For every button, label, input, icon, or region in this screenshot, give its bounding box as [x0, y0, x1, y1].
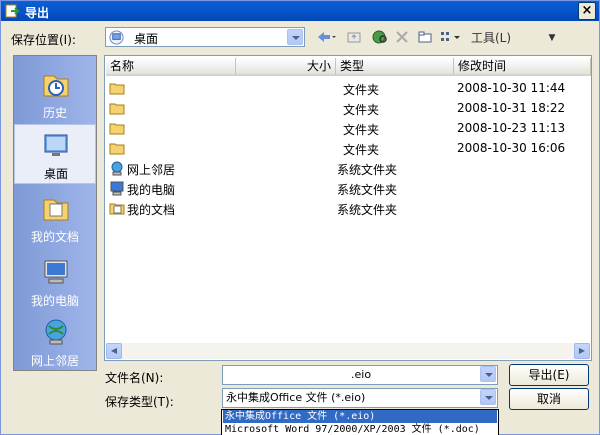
filename-input[interactable]: .eio — [222, 365, 498, 385]
filetype-label: 保存类型(T): — [105, 395, 174, 409]
file-modified: 2008-10-23 11:13 — [457, 121, 566, 135]
save-location-label: 保存位置(I): — [11, 33, 76, 47]
filename-label: 文件名(N): — [105, 371, 164, 385]
filetype-dropdown-list[interactable]: 永中集成Office 文件 (*.eio) Microsoft Word 97/… — [221, 409, 499, 435]
new-folder-button[interactable] — [417, 29, 433, 47]
scroll-right-button[interactable]: ▶ — [574, 343, 590, 359]
tools-label: 工具(L) — [471, 31, 512, 45]
folder-icon — [109, 83, 125, 95]
file-row[interactable]: 文件夹 2008-10-30 11:44 — [107, 78, 591, 98]
file-type: 系统文件夹 — [337, 203, 398, 217]
file-row[interactable]: 文件夹 2008-10-30 16:06 — [107, 138, 591, 158]
place-label: 桌面 — [43, 167, 68, 181]
chevron-left-icon: ◀ — [110, 346, 118, 355]
save-location-value: 桌面 — [134, 32, 159, 46]
up-folder-icon — [347, 32, 361, 43]
place-my-computer[interactable]: 我的电脑 — [14, 252, 96, 312]
export-button[interactable]: 导出(E) — [509, 364, 589, 386]
my-computer-icon — [110, 181, 124, 196]
filetype-select[interactable]: 永中集成Office 文件 (*.eio) — [222, 388, 498, 408]
file-row[interactable]: 文件夹 2008-10-23 11:13 — [107, 118, 591, 138]
filetype-option[interactable]: 永中集成Office 文件 (*.eio) — [223, 410, 497, 423]
tools-menu[interactable]: 工具(L) — [471, 29, 543, 47]
file-type: 文件夹 — [343, 123, 380, 137]
chevron-down-icon: ▼ — [548, 33, 556, 43]
filename-dropdown[interactable] — [480, 366, 497, 384]
file-row[interactable]: 网上邻居 系统文件夹 — [107, 158, 591, 178]
places-bar: 历史 桌面 我的文档 我的电脑 网上邻居 — [13, 55, 97, 371]
delete-icon — [396, 31, 408, 43]
web-search-button[interactable] — [371, 29, 389, 47]
close-button[interactable]: × — [578, 2, 596, 20]
folder-icon — [109, 143, 125, 155]
file-list[interactable]: 名称 大小 类型 修改时间 文件夹 2008-10-30 11:44 文件夹 2… — [104, 55, 592, 361]
file-modified: 2008-10-30 16:06 — [457, 141, 566, 155]
place-label: 网上邻居 — [30, 354, 79, 368]
desktop-icon — [44, 134, 68, 156]
file-type: 文件夹 — [343, 83, 380, 97]
filetype-value: 永中集成Office 文件 (*.eio) — [226, 391, 366, 404]
view-menu-button[interactable] — [439, 29, 463, 47]
folder-icon — [109, 103, 125, 115]
file-row[interactable]: 我的文档 系统文件夹 — [107, 198, 591, 218]
my-documents-icon — [109, 203, 125, 215]
chevron-down-icon[interactable] — [287, 29, 303, 45]
dialog-title: 导出 — [25, 6, 50, 20]
tools-dropdown-button[interactable]: ▼ — [545, 29, 559, 47]
network-icon — [45, 319, 67, 345]
export-dialog: 导出 × 保存位置(I): 桌面 工具(L) ▼ 历史 桌面 我的文档 我的电脑… — [0, 0, 600, 435]
delete-button[interactable] — [394, 29, 410, 47]
file-row[interactable]: 文件夹 2008-10-31 18:22 — [107, 98, 591, 118]
list-view-icon — [441, 32, 460, 41]
chevron-right-icon: ▶ — [578, 346, 586, 355]
file-type: 文件夹 — [343, 103, 380, 117]
my-documents-icon — [43, 199, 69, 221]
chevron-down-icon[interactable] — [480, 366, 496, 382]
place-label: 我的文档 — [30, 230, 79, 244]
filetype-option[interactable]: Microsoft Word 97/2000/XP/2003 文件 (*.doc… — [223, 423, 497, 435]
file-type: 系统文件夹 — [337, 163, 398, 177]
export-icon — [5, 4, 20, 18]
place-label: 历史 — [42, 106, 67, 120]
network-icon — [111, 161, 123, 176]
column-size[interactable]: 大小 — [236, 58, 336, 76]
file-row[interactable]: 我的电脑 系统文件夹 — [107, 178, 591, 198]
cancel-button[interactable]: 取消 — [509, 388, 589, 410]
my-computer-icon — [44, 260, 68, 284]
file-modified: 2008-10-30 11:44 — [457, 81, 566, 95]
filetype-dropdown[interactable] — [480, 389, 497, 407]
folder-icon — [109, 123, 125, 135]
filename-value: .eio — [351, 368, 372, 381]
file-modified: 2008-10-31 18:22 — [457, 101, 566, 115]
globe-search-icon — [372, 30, 387, 44]
file-name: 网上邻居 — [127, 163, 176, 177]
column-name[interactable]: 名称 — [106, 58, 236, 76]
place-history[interactable]: 历史 — [14, 64, 96, 124]
back-button[interactable] — [315, 29, 337, 47]
place-network[interactable]: 网上邻居 — [14, 312, 96, 372]
back-arrow-icon — [318, 32, 336, 42]
file-type: 文件夹 — [343, 143, 380, 157]
place-desktop[interactable]: 桌面 — [14, 124, 96, 184]
desktop-icon — [109, 30, 124, 45]
new-folder-icon — [418, 31, 432, 43]
scroll-left-button[interactable]: ◀ — [106, 343, 122, 359]
column-modified[interactable]: 修改时间 — [454, 58, 591, 76]
chevron-down-icon[interactable] — [480, 389, 496, 405]
save-location-select[interactable]: 桌面 — [105, 27, 305, 47]
place-label: 我的电脑 — [30, 294, 79, 308]
file-type: 系统文件夹 — [337, 183, 398, 197]
horizontal-scrollbar[interactable]: ◀ ▶ — [106, 343, 590, 359]
file-name: 我的电脑 — [127, 183, 176, 197]
place-my-documents[interactable]: 我的文档 — [14, 188, 96, 248]
history-icon — [43, 75, 69, 97]
up-folder-button[interactable] — [346, 29, 362, 47]
file-name: 我的文档 — [127, 203, 176, 217]
column-type[interactable]: 类型 — [336, 58, 454, 76]
title-bar[interactable]: 导出 × — [1, 1, 599, 21]
